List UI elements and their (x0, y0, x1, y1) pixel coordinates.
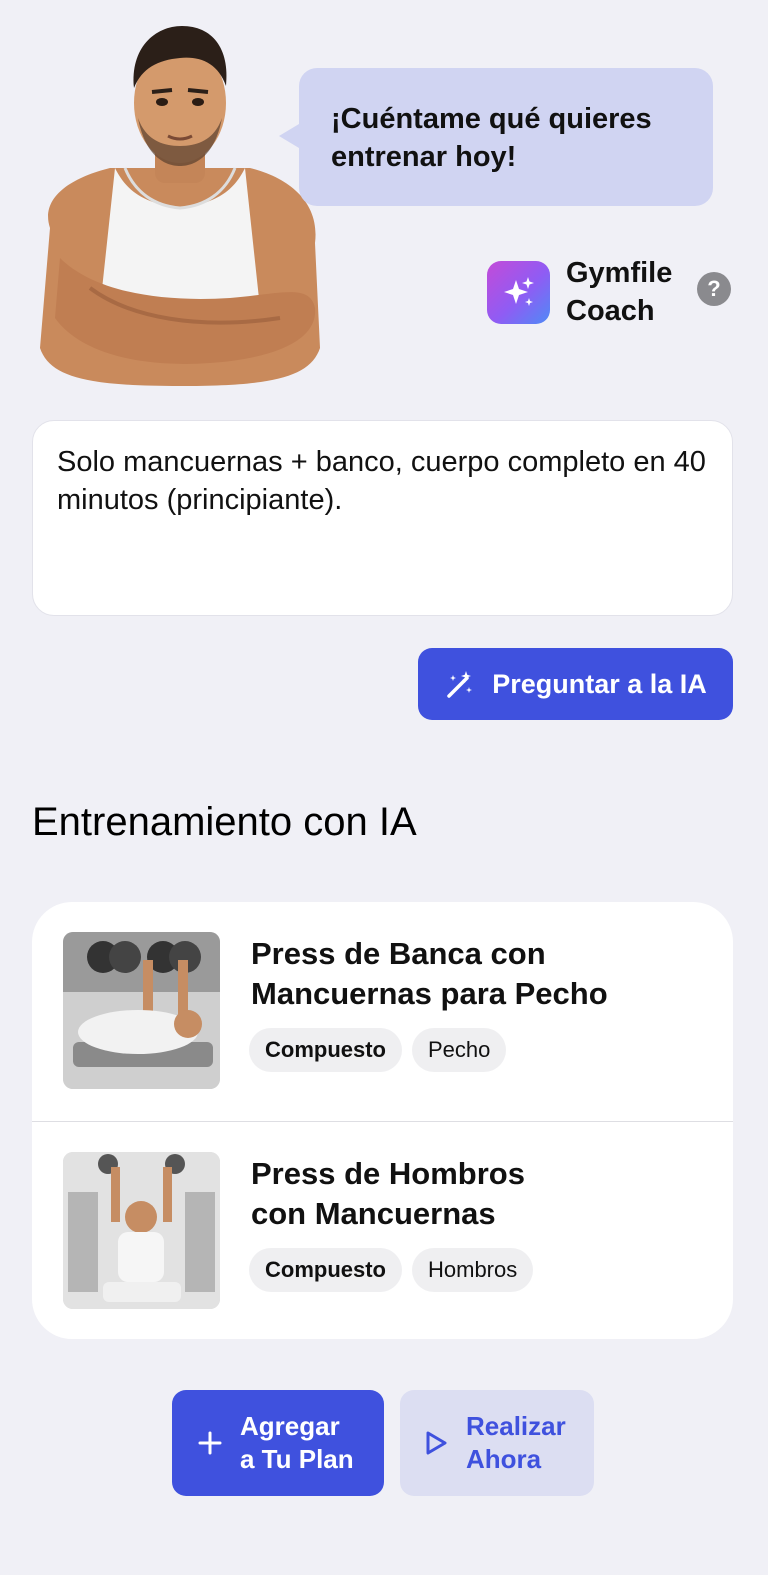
bubble-text: ¡Cuéntame qué quieres entrenar hoy! (331, 103, 652, 173)
exercise-item[interactable]: Press de Hombros con Mancuernas Compuest… (32, 1121, 733, 1339)
ask-ai-label: Preguntar a la IA (492, 668, 707, 699)
brand-name: Gymfile Coach (566, 257, 673, 327)
do-now-label: Realizar Ahora (466, 1411, 566, 1474)
exercise-thumbnail (63, 932, 220, 1089)
help-icon: ? (707, 276, 721, 301)
brand: Gymfile Coach (487, 254, 686, 330)
help-button[interactable]: ? (697, 272, 731, 306)
add-to-plan-button[interactable]: Agregar a Tu Plan (172, 1390, 384, 1496)
exercise-title: Press de Hombros con Mancuernas (251, 1156, 525, 1231)
exercise-title: Press de Banca con Mancuernas para Pecho (251, 936, 608, 1011)
coach-avatar-image (40, 26, 320, 386)
exercise-item[interactable]: Press de Banca con Mancuernas para Pecho… (32, 902, 733, 1121)
exercise-list: Press de Banca con Mancuernas para Pecho… (32, 902, 733, 1339)
exercise-tags: Compuesto Hombros (249, 1248, 534, 1292)
plus-icon (198, 1431, 222, 1455)
tag-muscle: Pecho (412, 1028, 507, 1072)
prompt-input[interactable]: Solo mancuernas + banco, cuerpo completo… (32, 420, 733, 616)
tag-type: Compuesto (249, 1248, 402, 1292)
magic-wand-icon (447, 671, 473, 698)
exercise-tags: Compuesto Pecho (249, 1028, 507, 1072)
exercise-thumbnail (63, 1152, 220, 1309)
tag-type: Compuesto (249, 1028, 402, 1072)
sparkles-icon (487, 260, 550, 324)
prompt-text: Solo mancuernas + banco, cuerpo completo… (57, 446, 706, 516)
play-icon (426, 1431, 447, 1455)
do-now-button[interactable]: Realizar Ahora (400, 1390, 594, 1496)
tag-muscle: Hombros (412, 1248, 534, 1292)
coach-speech-bubble: ¡Cuéntame qué quieres entrenar hoy! (279, 68, 713, 206)
add-to-plan-label: Agregar a Tu Plan (240, 1411, 354, 1474)
section-title: Entrenamiento con IA (32, 800, 417, 844)
ask-ai-button[interactable]: Preguntar a la IA (418, 648, 733, 720)
